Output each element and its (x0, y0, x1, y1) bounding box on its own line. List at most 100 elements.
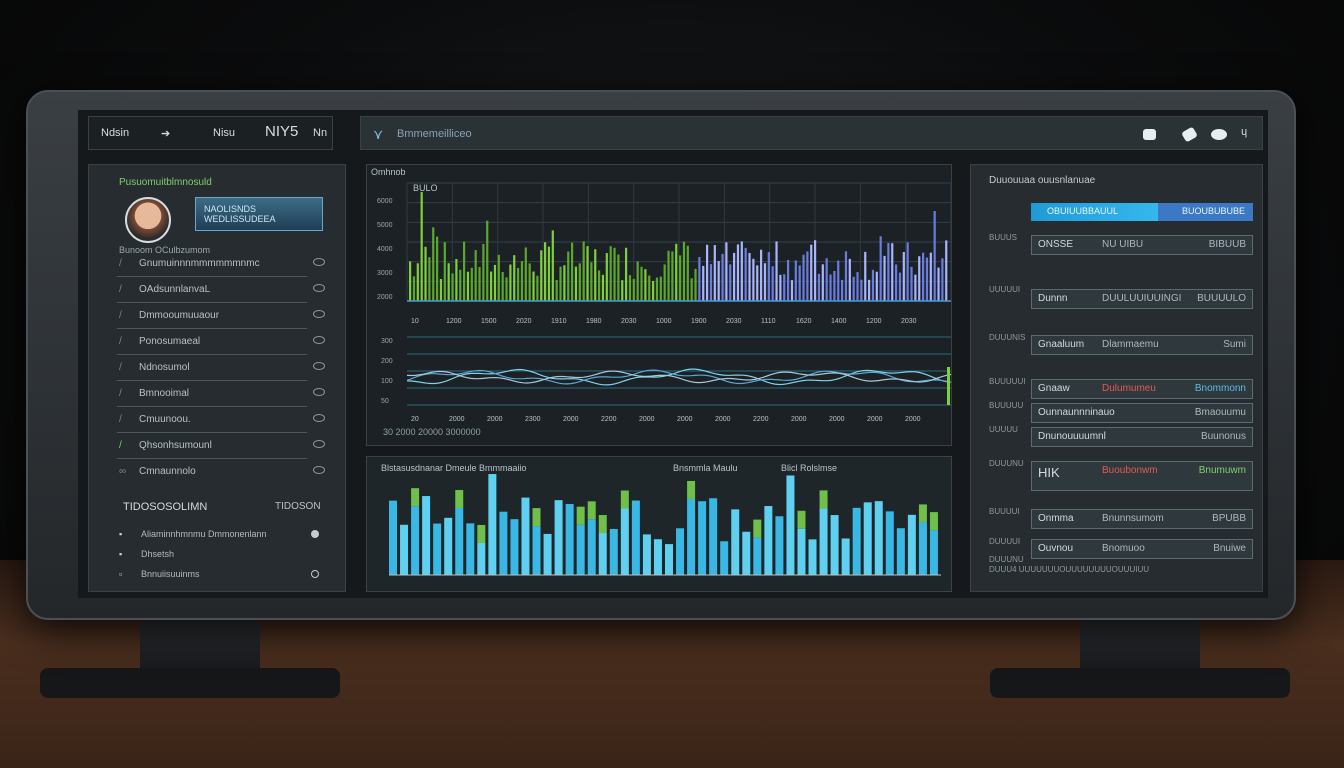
bar-mark (833, 270, 836, 301)
chevron-icon: / (119, 388, 122, 399)
right-panel-row[interactable]: Dnunouuuumnl Buunonus (1031, 427, 1253, 447)
row-label: ONSSE (1038, 239, 1074, 250)
x-tick-label: 1110 (761, 318, 776, 325)
bar-mark (617, 254, 620, 301)
right-panel-row[interactable]: Dunnn DUULUUIUUINGI BUUUULO (1031, 289, 1253, 309)
bar-mark (644, 269, 647, 301)
bar-mark (744, 247, 747, 301)
menu-item-5[interactable]: / Ndnosumol (117, 359, 325, 381)
menu-item-9[interactable]: ∞ Cmnaunnolo (117, 463, 325, 485)
menu-item-2[interactable]: / OAdsunnlanvaL (117, 281, 325, 303)
bar-mark (571, 242, 574, 301)
menu-item-label: Bmnooimal (139, 388, 190, 399)
blue-bar-chart[interactable] (367, 457, 953, 593)
bar-mark (787, 259, 790, 301)
row-label: HIK (1038, 465, 1060, 480)
x-tick-label: 1000 (656, 318, 672, 325)
chevron-icon: / (119, 310, 122, 321)
topbar-item-5[interactable]: Nn (313, 127, 327, 139)
bar-mark (763, 263, 767, 301)
right-panel-side-label: UUUUU (989, 425, 1018, 434)
bar-mark (740, 241, 743, 301)
topbar-left: Ndsin ➔ Nisu NIY5 Nn (88, 116, 333, 150)
x-tick-label: 1980 (586, 318, 602, 325)
bar-mark (863, 502, 872, 575)
right-panel-side-label: DUUUNIS (989, 333, 1026, 342)
camera-icon[interactable] (1143, 129, 1156, 140)
bar-mark (783, 274, 786, 301)
bar-mark (513, 255, 516, 301)
right-panel-row[interactable]: Onmma Bnunnsumom BPUBB (1031, 509, 1253, 529)
bar-mark (443, 242, 446, 301)
row-value: Bmaouumu (1194, 407, 1246, 418)
bar-mark (717, 261, 720, 301)
right-panel-row[interactable]: HIK Buoubonwm Bnumuwm (1031, 461, 1253, 491)
bar-mark (486, 220, 489, 301)
section-action[interactable]: TIDOSON (275, 501, 321, 512)
right-panel-side-label: DUUUNU (989, 459, 1024, 468)
x-tick-label: 2000 (677, 416, 693, 423)
x-tick-label: 2000 (449, 416, 465, 423)
menu-item-label: OAdsunnlanvaL (139, 284, 211, 295)
bar-mark (466, 523, 475, 575)
bar-mark (775, 241, 778, 301)
right-panel-row[interactable]: Ounnaunnninauo Bmaouumu (1031, 403, 1253, 423)
menu-item-3[interactable]: / Dmmooumuuaour (117, 307, 325, 329)
bar-mark (613, 247, 616, 301)
bar-mark (628, 275, 632, 301)
bar-mark (655, 277, 659, 301)
doc-icon: ▪ (119, 549, 123, 559)
bar-mark (563, 265, 566, 301)
bar-mark (665, 544, 673, 575)
power-icon[interactable]: ɥ (1241, 126, 1247, 138)
profile-button[interactable]: NAOLISNDS WEDLISSUDEEA (195, 197, 323, 231)
mini-row-1[interactable]: ▪ Aliaminnhmnmu Dmmonenlann (119, 529, 319, 539)
avatar[interactable] (125, 197, 171, 243)
topbar-item-1[interactable]: Ndsin (101, 127, 129, 139)
bar-mark (933, 211, 936, 301)
bar-mark (706, 244, 709, 301)
bar-mark (844, 251, 848, 301)
bar-cap-mark (598, 515, 607, 534)
bar-mark (891, 243, 894, 301)
bar-mark (713, 245, 716, 301)
menu-item-8[interactable]: / Qhsonhsumounl (117, 437, 325, 459)
bar-mark (543, 533, 552, 575)
bar-mark (400, 524, 409, 575)
topbar-item-3[interactable]: Nisu (213, 127, 235, 139)
topbar-item-4[interactable]: NIY5 (265, 123, 298, 140)
x-tick-label: 2000 (715, 416, 731, 423)
row-middle: Buoubonwm (1102, 465, 1158, 476)
right-panel-row[interactable]: Gnaaw Dulumumeu Bnommonn (1031, 379, 1253, 399)
bar-mark (775, 516, 784, 575)
right-panel-row[interactable]: Gnaaluum Dlammaemu Sumi (1031, 335, 1253, 355)
status-dot (311, 530, 319, 538)
right-panel-row[interactable]: Ouvnou Bnomuoo Bnuiwe (1031, 539, 1253, 559)
row-label: Ounnaunnninauo (1038, 407, 1115, 418)
cloud-icon[interactable] (1181, 126, 1198, 143)
bar-cap-mark (929, 512, 938, 531)
bar-mark (667, 250, 670, 301)
y-tick-label: 200 (381, 358, 393, 365)
row-value: BUUUULO (1197, 293, 1246, 304)
circle-icon[interactable] (1211, 129, 1227, 140)
bar-mark (642, 534, 651, 575)
bar-cap-mark (411, 488, 420, 507)
x-tick-label: 2030 (621, 318, 637, 325)
bar-mark (574, 266, 578, 301)
bar-mark (598, 270, 601, 301)
right-panel-row[interactable]: ONSSE NU UIBU BIBUUB (1031, 235, 1253, 255)
bar-mark (455, 258, 458, 301)
progress-bar[interactable]: OBUIUUBBAUUL BUOUBUBUBE (1031, 203, 1253, 221)
menu-item-4[interactable]: / Ponosumaeal (117, 333, 325, 355)
bar-mark (451, 273, 454, 301)
topbar-item-2[interactable]: ➔ (161, 127, 170, 140)
menu-item-1[interactable]: / Gnumuinnnmmmmmmnmc (117, 255, 325, 277)
bar-line-chart[interactable]: 6000 5000 4000 3000 2000 10 1200 1500 2020 1910 19… (367, 165, 953, 447)
chevron-icon: / (119, 440, 122, 451)
mini-row-3[interactable]: ▫ Bnnuiisuuinms (119, 569, 319, 579)
menu-item-7[interactable]: / Cmuunoou. (117, 411, 325, 433)
section-title: TIDOSOSOLIMN (123, 501, 208, 513)
mini-row-2[interactable]: ▪ Dhsetsh (119, 549, 319, 559)
menu-item-6[interactable]: / Bmnooimal (117, 385, 325, 407)
